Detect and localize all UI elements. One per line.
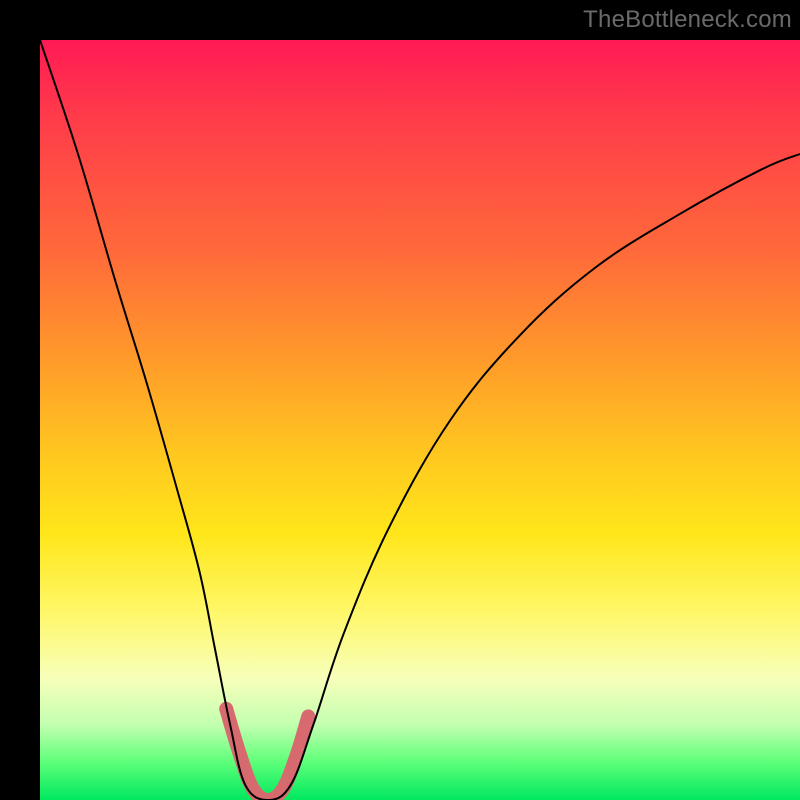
chart-frame: TheBottleneck.com xyxy=(0,0,800,800)
bottleneck-curve xyxy=(40,40,800,800)
plot-area xyxy=(40,40,800,800)
watermark-text: TheBottleneck.com xyxy=(583,6,792,34)
curve-layer xyxy=(40,40,800,800)
curve-accent xyxy=(226,709,308,800)
